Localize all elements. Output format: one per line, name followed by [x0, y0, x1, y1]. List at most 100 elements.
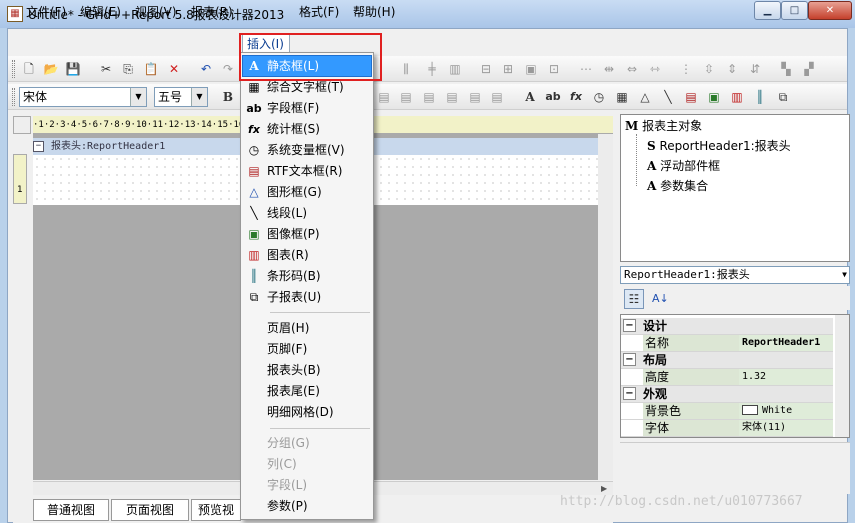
barcode-icon[interactable]: ║	[752, 89, 768, 105]
close-button[interactable]: ✕	[808, 1, 852, 20]
static-box-icon[interactable]: A	[522, 89, 538, 105]
font-name-select[interactable]: 宋体 ▼	[19, 87, 147, 107]
chevron-down-icon[interactable]: ▼	[130, 88, 146, 106]
menu-format[interactable]: 格式(F)	[299, 4, 339, 22]
prop-value[interactable]: 宋体(11)	[739, 420, 833, 436]
collapse-icon[interactable]: −	[623, 353, 636, 366]
object-selector[interactable]: ReportHeader1:报表头 ▼	[620, 266, 850, 284]
tab-normal-view[interactable]: 普通视图	[33, 499, 109, 521]
app-icon[interactable]: ▦	[7, 6, 23, 22]
tree-item[interactable]: S ReportHeader1:报表头	[647, 137, 791, 154]
collapse-icon[interactable]: −	[623, 319, 636, 332]
menu-item-chart[interactable]: ▥ 图表(R)	[242, 245, 372, 266]
menu-item-page-footer[interactable]: 页脚(F)	[242, 339, 372, 360]
tree-item[interactable]: A 浮动部件框	[647, 157, 720, 174]
prop-category-layout[interactable]: − 布局	[621, 352, 833, 369]
prop-row-font[interactable]: 字体 宋体(11)	[621, 420, 833, 437]
tree-item[interactable]: A 参数集合	[647, 177, 708, 194]
bold-button[interactable]: B	[220, 89, 236, 105]
menu-item-report-header[interactable]: 报表头(B)	[242, 360, 372, 381]
tree-root-item[interactable]: M 报表主对象	[625, 117, 702, 134]
menu-item-detail-grid[interactable]: 明细网格(D)	[242, 402, 372, 423]
property-scrollbar[interactable]	[835, 315, 849, 437]
chart-icon[interactable]: ▥	[729, 89, 745, 105]
font-size-select[interactable]: 五号 ▼	[154, 87, 208, 107]
v-spacing-dec-icon[interactable]: ⇕	[724, 61, 740, 77]
tab-page-view[interactable]: 页面视图	[111, 499, 189, 521]
menu-report[interactable]: 报表(R)	[191, 4, 233, 22]
align-left-edge-icon[interactable]: ⫼	[398, 61, 414, 77]
picture-box-icon[interactable]: ▣	[706, 89, 722, 105]
rtf-box-icon[interactable]: ▤	[683, 89, 699, 105]
v-spacing-icon[interactable]: ⋮	[678, 61, 694, 77]
text-align-icon[interactable]: ▤	[376, 89, 392, 105]
delete-icon[interactable]: ✕	[166, 61, 182, 77]
menu-item-page-header[interactable]: 页眉(H)	[242, 318, 372, 339]
menu-item-subreport[interactable]: ⧉ 子报表(U)	[242, 287, 372, 308]
prop-category-appearance[interactable]: − 外观	[621, 386, 833, 403]
field-box-icon[interactable]: ab	[545, 89, 561, 105]
v-spacing-remove-icon[interactable]: ⇵	[747, 61, 763, 77]
memo-box-icon[interactable]: ▦	[614, 89, 630, 105]
shape-box-icon[interactable]: △	[637, 89, 653, 105]
prop-value[interactable]: ReportHeader1	[739, 335, 833, 351]
collapse-icon[interactable]: −	[33, 141, 44, 152]
align-bottom-icon[interactable]: ▥	[447, 61, 463, 77]
v-spacing-inc-icon[interactable]: ⇳	[701, 61, 717, 77]
menu-item-system-var-box[interactable]: ◷ 系统变量框(V)	[242, 140, 372, 161]
menu-file[interactable]: 文件(F)	[26, 4, 66, 22]
cut-icon[interactable]: ✂	[98, 61, 114, 77]
chevron-down-icon[interactable]: ▼	[191, 88, 207, 106]
menu-item-parameter[interactable]: 参数(P)	[242, 496, 372, 517]
menu-item-rtf-box[interactable]: ▤ RTF文本框(R)	[242, 161, 372, 182]
summary-box-icon[interactable]: fx	[568, 89, 584, 105]
sort-alpha-icon[interactable]: A↓	[652, 291, 669, 307]
menu-view[interactable]: 视图(V)	[135, 4, 177, 22]
menu-edit[interactable]: 编辑(E)	[80, 4, 121, 22]
toolbar-grip[interactable]	[12, 60, 15, 78]
design-vertical-scrollbar[interactable]	[598, 134, 613, 480]
size-to-grid-icon[interactable]: ⊡	[546, 61, 562, 77]
text-align-icon[interactable]: ▤	[444, 89, 460, 105]
prop-value[interactable]: White	[739, 403, 833, 419]
copy-icon[interactable]: ⎘	[120, 61, 136, 77]
chevron-down-icon[interactable]: ▼	[842, 267, 847, 283]
line-icon[interactable]: ╲	[660, 89, 676, 105]
prop-row-name[interactable]: 名称 ReportHeader1	[621, 335, 833, 352]
minimize-button[interactable]: ▁	[754, 1, 781, 20]
h-spacing-dec-icon[interactable]: ⇔	[624, 61, 640, 77]
redo-icon[interactable]: ↷	[220, 61, 236, 77]
text-align-icon[interactable]: ▤	[421, 89, 437, 105]
paste-icon[interactable]: 📋	[143, 61, 159, 77]
prop-row-height[interactable]: 高度 1.32	[621, 369, 833, 386]
h-spacing-remove-icon[interactable]: ⇿	[647, 61, 663, 77]
text-align-icon[interactable]: ▤	[489, 89, 505, 105]
prop-category-design[interactable]: − 设计	[621, 318, 833, 335]
menu-item-picture-box[interactable]: ▣ 图像框(P)	[242, 224, 372, 245]
h-spacing-inc-icon[interactable]: ⇹	[601, 61, 617, 77]
menu-item-report-footer[interactable]: 报表尾(E)	[242, 381, 372, 402]
prop-row-backcolor[interactable]: 背景色 White	[621, 403, 833, 420]
text-align-icon[interactable]: ▤	[398, 89, 414, 105]
prop-value[interactable]: 1.32	[739, 369, 833, 385]
menu-item-field[interactable]: 字段(L)	[242, 475, 372, 496]
menu-item-summary-box[interactable]: fx 统计框(S)	[242, 119, 372, 140]
undo-icon[interactable]: ↶	[198, 61, 214, 77]
subreport-icon[interactable]: ⧉	[775, 89, 791, 105]
open-folder-icon[interactable]: 📂	[43, 61, 59, 77]
new-file-icon[interactable]: 🗋	[21, 61, 37, 77]
align-center-icon[interactable]: ╪	[424, 61, 440, 77]
same-height-icon[interactable]: ⊞	[500, 61, 516, 77]
system-var-icon[interactable]: ◷	[591, 89, 607, 105]
h-spacing-icon[interactable]: ⋯	[578, 61, 594, 77]
same-width-icon[interactable]: ⊟	[478, 61, 494, 77]
menu-item-field-box[interactable]: ab 字段框(F)	[242, 98, 372, 119]
menu-item-barcode[interactable]: ║ 条形码(B)	[242, 266, 372, 287]
menu-item-column[interactable]: 列(C)	[242, 454, 372, 475]
same-size-icon[interactable]: ▣	[523, 61, 539, 77]
menu-item-line[interactable]: ╲ 线段(L)	[242, 203, 372, 224]
save-icon[interactable]: 💾	[65, 61, 81, 77]
tab-preview[interactable]: 预览视	[191, 499, 241, 521]
bring-front-icon[interactable]: ▚	[778, 61, 794, 77]
toolbar-grip[interactable]	[12, 88, 15, 106]
